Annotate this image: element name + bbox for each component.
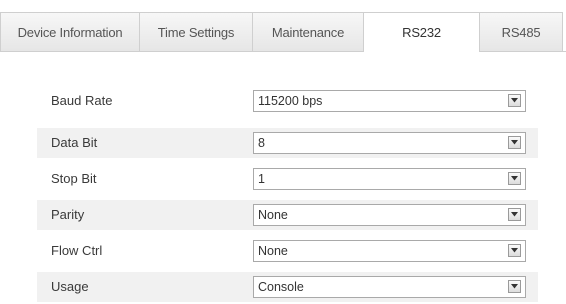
usage-label: Usage	[51, 279, 89, 294]
settings-tab-bar: Device Information Time Settings Mainten…	[0, 12, 566, 53]
data-bit-row: Data Bit 8	[37, 128, 538, 158]
usage-row: Usage Console	[37, 272, 538, 302]
chevron-down-icon[interactable]	[508, 94, 521, 107]
flow-ctrl-value: None	[258, 244, 288, 258]
stop-bit-select[interactable]: 1	[253, 168, 526, 190]
flow-ctrl-row: Flow Ctrl None	[37, 236, 538, 266]
tab-rs232[interactable]: RS232	[363, 12, 480, 53]
tab-device-information[interactable]: Device Information	[0, 12, 140, 51]
flow-ctrl-select[interactable]: None	[253, 240, 526, 262]
baud-rate-select[interactable]: 115200 bps	[253, 90, 526, 112]
tab-rs485[interactable]: RS485	[479, 12, 563, 51]
usage-value: Console	[258, 280, 304, 294]
tab-maintenance[interactable]: Maintenance	[252, 12, 364, 51]
usage-select[interactable]: Console	[253, 276, 526, 298]
parity-row: Parity None	[37, 200, 538, 230]
flow-ctrl-label: Flow Ctrl	[51, 243, 103, 258]
chevron-down-icon[interactable]	[508, 172, 521, 185]
data-bit-label: Data Bit	[51, 135, 98, 150]
chevron-down-icon[interactable]	[508, 280, 521, 293]
stop-bit-label: Stop Bit	[51, 171, 97, 186]
chevron-down-icon[interactable]	[508, 136, 521, 149]
parity-select[interactable]: None	[253, 204, 526, 226]
stop-bit-row: Stop Bit 1	[37, 164, 538, 194]
baud-rate-row: Baud Rate 115200 bps	[37, 86, 538, 116]
chevron-down-icon[interactable]	[508, 244, 521, 257]
baud-rate-label: Baud Rate	[51, 93, 113, 108]
tab-time-settings[interactable]: Time Settings	[139, 12, 253, 51]
data-bit-select[interactable]: 8	[253, 132, 526, 154]
data-bit-value: 8	[258, 136, 265, 150]
parity-label: Parity	[51, 207, 85, 222]
rs232-settings-panel: Baud Rate 115200 bps Data Bit 8 Stop Bit…	[0, 52, 566, 304]
parity-value: None	[258, 208, 288, 222]
baud-rate-value: 115200 bps	[258, 94, 323, 108]
chevron-down-icon[interactable]	[508, 208, 521, 221]
top-strip	[0, 0, 566, 12]
stop-bit-value: 1	[258, 172, 265, 186]
